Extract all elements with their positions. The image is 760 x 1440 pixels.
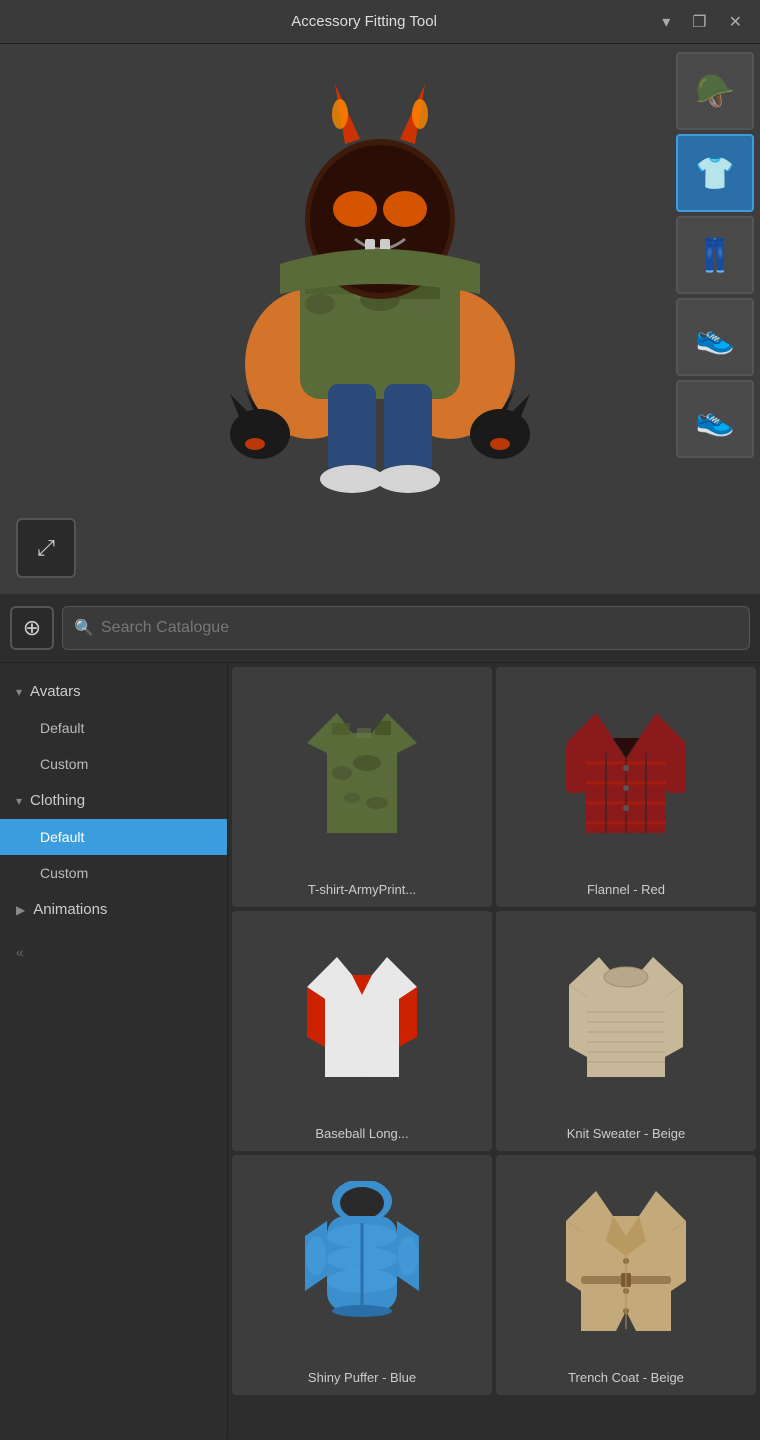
preview-area: 🪖 👕 👖 👟 👟 ⤢ [0,44,760,594]
sidebar-item-clothing-default[interactable]: Default [0,819,227,855]
sidebar-item-label: Default [40,829,84,845]
window-controls: ▾ ❐ ✕ [656,10,748,34]
sidebar-section-clothing-label: Clothing [30,792,85,809]
app-title: Accessory Fitting Tool [72,13,656,30]
catalog-item-icon [297,677,427,868]
catalog-item-label: Flannel - Red [506,882,746,897]
slot-3-icon: 👖 [695,239,735,271]
avatar-svg [180,74,580,564]
baseball-long-svg [297,947,427,1087]
catalog-item-icon [297,1165,427,1356]
chevron-right-icon: ▶ [16,903,25,917]
search-icon: 🔍 [74,618,94,638]
collapse-sidebar-button[interactable]: « [0,928,227,964]
sidebar-section-clothing[interactable]: ▾ Clothing [0,782,227,819]
search-input[interactable] [62,606,750,650]
add-icon: ⊕ [23,615,41,641]
catalog-item-label: Trench Coat - Beige [506,1370,746,1385]
search-area: ⊕ 🔍 [0,594,760,663]
slot-5[interactable]: 👟 [676,380,754,458]
slot-3[interactable]: 👖 [676,216,754,294]
sidebar-section-animations-label: Animations [33,901,107,918]
slot-4-icon: 👟 [695,321,735,353]
sidebar-item-label: Custom [40,865,88,881]
collapse-icon: « [16,944,24,960]
sidebar: ▾ Avatars Default Custom ▾ Clothing Defa… [0,663,228,1439]
chevron-down-icon: ▾ [16,685,22,699]
sidebar-section-animations[interactable]: ▶ Animations [0,891,227,928]
chevron-down-icon: ▾ [16,794,22,808]
catalog-item-knit-beige[interactable]: Knit Sweater - Beige [496,911,756,1151]
flannel-red-svg [561,703,691,843]
slot-5-icon: 👟 [695,403,735,435]
catalog-item-label: T-shirt-ArmyPrint... [242,882,482,897]
expand-icon: ⤢ [37,535,55,561]
tshirt-camo-svg [297,703,427,843]
slot-2-icon: 👕 [695,157,735,189]
close-button[interactable]: ✕ [723,10,748,34]
add-button[interactable]: ⊕ [10,606,54,650]
slot-1[interactable]: 🪖 [676,52,754,130]
search-input-wrap: 🔍 [62,606,750,650]
sidebar-section-avatars[interactable]: ▾ Avatars [0,673,227,710]
catalog-item-label: Knit Sweater - Beige [506,1126,746,1141]
catalog-item-flannel-red[interactable]: Flannel - Red [496,667,756,907]
catalog-item-icon [297,921,427,1112]
titlebar: Accessory Fitting Tool ▾ ❐ ✕ [0,0,760,44]
main-content: ▾ Avatars Default Custom ▾ Clothing Defa… [0,663,760,1439]
puffer-blue-svg [297,1181,427,1341]
catalog-item-icon [561,1165,691,1356]
slot-4[interactable]: 👟 [676,298,754,376]
avatar-preview [0,44,760,594]
catalog-item-baseball-long[interactable]: Baseball Long... [232,911,492,1151]
trench-beige-svg [561,1181,691,1341]
catalog-item-tshirt-camo[interactable]: T-shirt-ArmyPrint... [232,667,492,907]
sidebar-item-label: Custom [40,756,88,772]
sidebar-item-clothing-custom[interactable]: Custom [0,855,227,891]
catalog-item-trench-beige[interactable]: Trench Coat - Beige [496,1155,756,1395]
catalog-grid: T-shirt-ArmyPrint... [228,663,760,1439]
slot-1-icon: 🪖 [695,75,735,107]
maximize-button[interactable]: ❐ [686,10,712,34]
sidebar-item-avatars-default[interactable]: Default [0,710,227,746]
catalog-item-icon [561,921,691,1112]
expand-button[interactable]: ⤢ [16,518,76,578]
catalog-item-icon [561,677,691,868]
catalog-item-puffer-blue[interactable]: Shiny Puffer - Blue [232,1155,492,1395]
minimize-button[interactable]: ▾ [656,10,676,34]
sidebar-section-avatars-label: Avatars [30,683,81,700]
slot-2[interactable]: 👕 [676,134,754,212]
catalog-item-label: Shiny Puffer - Blue [242,1370,482,1385]
sidebar-item-label: Default [40,720,84,736]
catalog-item-label: Baseball Long... [242,1126,482,1141]
knit-beige-svg [561,947,691,1087]
slots-panel: 🪖 👕 👖 👟 👟 [670,44,760,466]
sidebar-item-avatars-custom[interactable]: Custom [0,746,227,782]
